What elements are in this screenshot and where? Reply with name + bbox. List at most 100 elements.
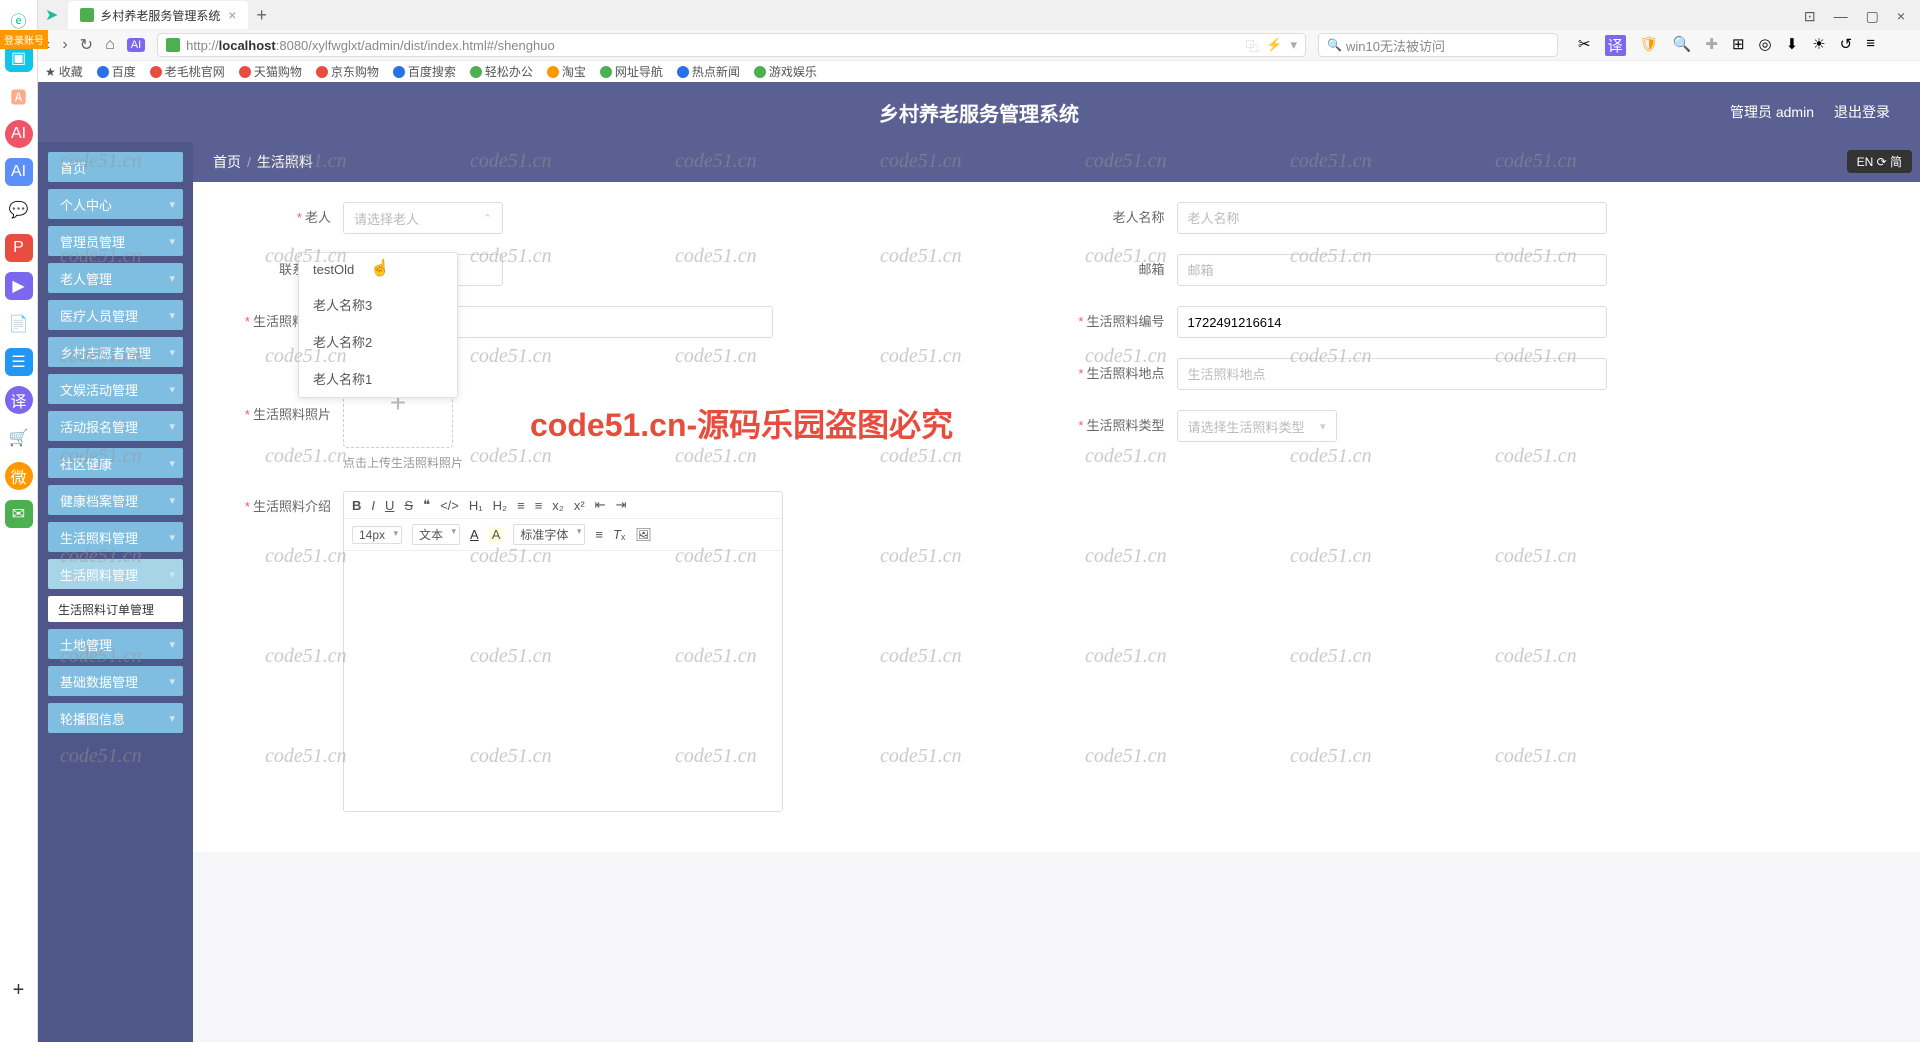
os-icon-2[interactable]: 🅰 bbox=[5, 82, 33, 110]
sup-icon[interactable]: x² bbox=[574, 498, 585, 513]
sidebar-item-3[interactable]: 老人管理▾ bbox=[48, 263, 183, 293]
h1-icon[interactable]: H₁ bbox=[469, 498, 483, 513]
bookmark-tmall[interactable]: 天猫购物 bbox=[239, 63, 302, 80]
sidebar-tail-2[interactable]: 轮播图信息▾ bbox=[48, 703, 183, 733]
breadcrumb-home[interactable]: 首页 bbox=[213, 152, 241, 172]
bookmark-bdsearch[interactable]: 百度搜索 bbox=[393, 63, 456, 80]
bookmark-game[interactable]: 游戏娱乐 bbox=[754, 63, 817, 80]
bookmark-nav[interactable]: 网址导航 bbox=[600, 63, 663, 80]
dropdown-option-2[interactable]: 老人名称2 bbox=[299, 323, 457, 360]
os-icon-13[interactable]: ✉ bbox=[5, 500, 33, 528]
font-size-select[interactable]: 14px bbox=[352, 526, 402, 544]
shield-icon[interactable]: 🛡 bbox=[1640, 35, 1659, 56]
sidebar-item-1[interactable]: 个人中心▾ bbox=[48, 189, 183, 219]
sidebar-item-5[interactable]: 乡村志愿者管理▾ bbox=[48, 337, 183, 367]
url-dropdown-icon[interactable]: ▾ bbox=[1291, 37, 1298, 53]
bookmark-taobao[interactable]: 淘宝 bbox=[547, 63, 586, 80]
url-bolt-icon[interactable]: ⚡ bbox=[1266, 37, 1282, 53]
sidebar-submenu-item[interactable]: 生活照料订单管理 bbox=[48, 596, 183, 622]
dropdown-option-1[interactable]: 老人名称3 bbox=[299, 286, 457, 323]
care-place-input[interactable] bbox=[1177, 358, 1607, 390]
align-icon[interactable]: ≡ bbox=[595, 527, 603, 542]
search-icon[interactable]: 🔍 bbox=[1673, 35, 1692, 56]
bookmark-baidu[interactable]: 百度 bbox=[97, 63, 136, 80]
os-icon-12[interactable]: 微 bbox=[5, 462, 33, 490]
bg-color-icon[interactable]: A bbox=[489, 527, 504, 542]
download-icon[interactable]: ⬇ bbox=[1786, 35, 1799, 56]
apps-icon[interactable]: ⊞ bbox=[1732, 35, 1745, 56]
list-ul-icon[interactable]: ≡ bbox=[535, 498, 543, 513]
outdent-icon[interactable]: ⇥ bbox=[616, 497, 627, 513]
browser-search-input[interactable]: win10无法被访问 bbox=[1318, 33, 1558, 57]
window-close-icon[interactable]: × bbox=[1897, 8, 1905, 25]
underline-icon[interactable]: U bbox=[385, 498, 394, 513]
nav-reload-icon[interactable]: ↻ bbox=[80, 35, 93, 55]
nav-forward-icon[interactable]: › bbox=[62, 36, 67, 54]
os-icon-7[interactable]: ▶ bbox=[5, 272, 33, 300]
window-minimize-icon[interactable]: — bbox=[1834, 8, 1848, 25]
lang-badge[interactable]: EN ⟳ 简 bbox=[1847, 150, 1912, 173]
bookmark-jd[interactable]: 京东购物 bbox=[316, 63, 379, 80]
os-icon-4[interactable]: AI bbox=[5, 158, 33, 186]
italic-icon[interactable]: I bbox=[371, 498, 375, 513]
user-label[interactable]: 管理员 admin bbox=[1730, 102, 1814, 122]
window-pin-icon[interactable]: ⊡ bbox=[1804, 8, 1816, 25]
dropdown-option-3[interactable]: 老人名称1 bbox=[299, 360, 457, 397]
sidebar-tail-1[interactable]: 基础数据管理▾ bbox=[48, 666, 183, 696]
bookmark-star-icon[interactable]: ★ 收藏 bbox=[45, 63, 83, 80]
bookmark-news[interactable]: 热点新闻 bbox=[677, 63, 740, 80]
url-input[interactable]: http:// localhost :8080/xylfwglxt/admin/… bbox=[157, 33, 1306, 57]
scissors-icon[interactable]: ✂ bbox=[1578, 35, 1591, 56]
history-icon[interactable]: ↺ bbox=[1840, 35, 1853, 56]
image-icon[interactable]: 🖼 bbox=[635, 527, 652, 543]
dropdown-option-0[interactable]: testOld bbox=[299, 253, 457, 286]
sidebar-item-2[interactable]: 管理员管理▾ bbox=[48, 226, 183, 256]
font-family-select[interactable]: 标准字体 bbox=[513, 524, 585, 545]
sidebar-item-6[interactable]: 文娱活动管理▾ bbox=[48, 374, 183, 404]
indent-icon[interactable]: ⇤ bbox=[595, 497, 606, 513]
nav-ai-icon[interactable]: AI bbox=[127, 38, 145, 52]
list-ol-icon[interactable]: ≡ bbox=[517, 498, 525, 513]
sidebar-item-9[interactable]: 健康档案管理▾ bbox=[48, 485, 183, 515]
strike-icon[interactable]: S bbox=[404, 498, 413, 513]
os-icon-10[interactable]: 译 bbox=[5, 386, 33, 414]
os-icon-8[interactable]: 📄 bbox=[5, 310, 33, 338]
logout-button[interactable]: 退出登录 bbox=[1834, 102, 1890, 122]
text-color-icon[interactable]: A bbox=[470, 527, 479, 542]
circle-icon[interactable]: ◎ bbox=[1759, 35, 1772, 56]
email-input[interactable] bbox=[1177, 254, 1607, 286]
sub-icon[interactable]: x₂ bbox=[552, 498, 564, 513]
care-type-select[interactable]: 请选择生活照料类型 ▾ bbox=[1177, 410, 1337, 442]
bold-icon[interactable]: B bbox=[352, 498, 361, 513]
code-icon[interactable]: </> bbox=[440, 498, 459, 513]
sidebar-item-10[interactable]: 生活照料管理▾ bbox=[48, 522, 183, 552]
new-tab-button[interactable]: + bbox=[256, 5, 267, 26]
h2-icon[interactable]: H₂ bbox=[493, 498, 507, 513]
editor-body[interactable] bbox=[344, 551, 782, 811]
bookmark-lmt[interactable]: 老毛桃官网 bbox=[150, 63, 225, 80]
puzzle-icon[interactable]: ✚ bbox=[1705, 35, 1718, 56]
settings-icon[interactable]: ☀ bbox=[1812, 35, 1825, 56]
care-code-input[interactable] bbox=[1177, 306, 1607, 338]
window-maximize-icon[interactable]: ▢ bbox=[1866, 8, 1879, 25]
text-type-select[interactable]: 文本 bbox=[412, 524, 460, 545]
browser-tab[interactable]: 乡村养老服务管理系统 × bbox=[68, 1, 248, 29]
bookmark-office[interactable]: 轻松办公 bbox=[470, 63, 533, 80]
elder-name-input[interactable] bbox=[1177, 202, 1607, 234]
elder-select[interactable]: 请选择老人 ⌃ bbox=[343, 202, 503, 234]
url-translate-icon[interactable]: ⿻ bbox=[1245, 36, 1258, 55]
sidebar-item-8[interactable]: 社区健康▾ bbox=[48, 448, 183, 478]
os-add-icon[interactable]: + bbox=[13, 979, 25, 1002]
os-icon-3[interactable]: AI bbox=[5, 120, 33, 148]
clear-icon[interactable]: Tₓ bbox=[613, 527, 625, 542]
translate-icon[interactable]: 译 bbox=[1605, 35, 1626, 56]
os-icon-5[interactable]: 💬 bbox=[5, 196, 33, 224]
os-icon-9[interactable]: ☰ bbox=[5, 348, 33, 376]
os-icon-6[interactable]: P bbox=[5, 234, 33, 262]
nav-home-icon[interactable]: ⌂ bbox=[105, 36, 115, 54]
sidebar-tail-0[interactable]: 土地管理▾ bbox=[48, 629, 183, 659]
sidebar-item-7[interactable]: 活动报名管理▾ bbox=[48, 411, 183, 441]
sidebar-item-4[interactable]: 医疗人员管理▾ bbox=[48, 300, 183, 330]
sidebar-item-11[interactable]: 生活照料管理▾ bbox=[48, 559, 183, 589]
tab-close-icon[interactable]: × bbox=[228, 7, 236, 23]
